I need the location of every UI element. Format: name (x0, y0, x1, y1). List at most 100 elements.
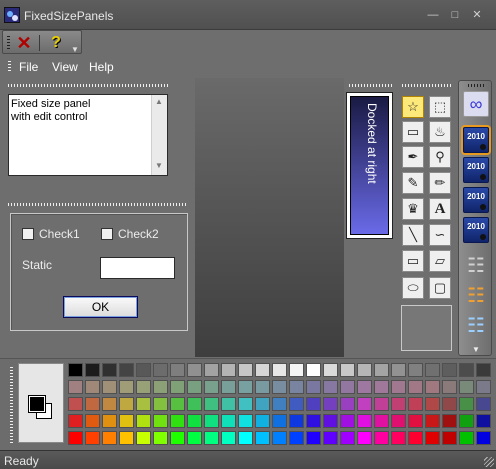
menu-help[interactable]: Help (89, 60, 114, 74)
color-swatch[interactable] (425, 414, 440, 428)
foreground-color[interactable] (28, 395, 46, 413)
color-swatch[interactable] (187, 380, 202, 394)
color-swatch[interactable] (408, 414, 423, 428)
color-swatch[interactable] (255, 414, 270, 428)
resize-grip[interactable] (484, 457, 494, 467)
color-swatch[interactable] (408, 380, 423, 394)
color-swatch[interactable] (357, 363, 372, 377)
color-swatch[interactable] (391, 380, 406, 394)
color-swatch[interactable] (442, 414, 457, 428)
color-swatch[interactable] (391, 414, 406, 428)
color-swatch[interactable] (340, 363, 355, 377)
check1-checkbox[interactable] (22, 228, 34, 240)
vs2010-icon[interactable]: 2010 (463, 157, 489, 183)
color-swatch[interactable] (442, 431, 457, 445)
color-swatch[interactable] (272, 414, 287, 428)
color-swatch[interactable] (238, 414, 253, 428)
color-swatch[interactable] (153, 431, 168, 445)
color-swatch[interactable] (68, 414, 83, 428)
color-swatch[interactable] (340, 414, 355, 428)
color-swatch[interactable] (170, 397, 185, 411)
line-icon[interactable]: ╲ (402, 224, 424, 246)
color-swatch[interactable] (153, 380, 168, 394)
maximize-icon[interactable]: □ (446, 8, 464, 22)
eyedropper-icon[interactable]: ✒ (402, 146, 424, 168)
color-swatch[interactable] (68, 397, 83, 411)
color-swatch[interactable] (221, 414, 236, 428)
color-swatch[interactable] (255, 397, 270, 411)
color-swatch[interactable] (119, 380, 134, 394)
color-swatch[interactable] (272, 431, 287, 445)
text-icon[interactable]: A (429, 198, 451, 220)
color-swatch[interactable] (255, 380, 270, 394)
color-swatch[interactable] (221, 363, 236, 377)
check2-checkbox[interactable] (101, 228, 113, 240)
color-swatch[interactable] (136, 414, 151, 428)
color-swatch[interactable] (323, 363, 338, 377)
color-swatch[interactable] (442, 363, 457, 377)
color-swatch[interactable] (289, 380, 304, 394)
color-swatch[interactable] (459, 380, 474, 394)
vertical-scrollbar[interactable]: ▲ ▼ (151, 95, 167, 175)
rectangle-icon[interactable]: ▭ (402, 250, 424, 272)
color-swatch[interactable] (221, 397, 236, 411)
color-swatch[interactable] (102, 414, 117, 428)
color-swatch[interactable] (102, 397, 117, 411)
color-swatch[interactable] (459, 414, 474, 428)
color-swatch[interactable] (374, 363, 389, 377)
color-swatch[interactable] (289, 397, 304, 411)
color-swatch[interactable] (68, 380, 83, 394)
color-swatch[interactable] (374, 431, 389, 445)
vs2010-icon[interactable]: 2010 (463, 217, 489, 243)
close-icon[interactable]: ✕ (468, 8, 486, 22)
color-swatch[interactable] (221, 380, 236, 394)
color-swatch[interactable] (323, 380, 338, 394)
color-swatch[interactable] (459, 363, 474, 377)
color-swatch[interactable] (153, 414, 168, 428)
menu-view[interactable]: View (52, 60, 78, 74)
color-swatch[interactable] (204, 397, 219, 411)
color-swatch[interactable] (85, 380, 100, 394)
color-swatch[interactable] (476, 414, 491, 428)
network-icon[interactable]: ☷ (463, 253, 489, 279)
color-swatch[interactable] (255, 363, 270, 377)
color-swatch[interactable] (187, 431, 202, 445)
chevron-down-icon[interactable]: ▼ (69, 45, 81, 54)
color-swatch[interactable] (136, 397, 151, 411)
color-swatch[interactable] (170, 363, 185, 377)
scroll-up-icon[interactable]: ▲ (152, 95, 166, 109)
color-swatch[interactable] (306, 363, 321, 377)
rounded-rect-icon[interactable]: ▢ (429, 277, 451, 299)
rect-select-icon[interactable]: ⬚ (429, 96, 451, 118)
color-swatch[interactable] (425, 380, 440, 394)
color-swatch[interactable] (357, 414, 372, 428)
panel-grip[interactable] (8, 203, 188, 206)
ellipse-icon[interactable]: ⬭ (402, 277, 424, 299)
color-swatch[interactable] (68, 431, 83, 445)
toolbar-grip[interactable] (468, 84, 484, 87)
infinity-icon[interactable]: ∞ (463, 91, 489, 117)
fill-icon[interactable]: ♨ (429, 121, 451, 143)
color-swatch[interactable] (238, 380, 253, 394)
color-swatch[interactable] (170, 380, 185, 394)
color-swatch[interactable] (459, 431, 474, 445)
scroll-down-icon[interactable]: ▼ (152, 159, 166, 173)
color-swatch[interactable] (442, 397, 457, 411)
color-swatch[interactable] (323, 414, 338, 428)
color-swatch[interactable] (357, 380, 372, 394)
color-swatch[interactable] (221, 431, 236, 445)
color-swatch[interactable] (204, 414, 219, 428)
vs2010-icon[interactable]: 2010 (463, 187, 489, 213)
help-icon[interactable]: ? (47, 34, 65, 52)
network-icon[interactable]: ☷ (463, 313, 489, 339)
color-swatch[interactable] (289, 414, 304, 428)
color-swatch[interactable] (391, 397, 406, 411)
check2-label[interactable]: Check2 (118, 227, 159, 241)
color-swatch[interactable] (391, 431, 406, 445)
color-swatch[interactable] (119, 414, 134, 428)
color-swatch[interactable] (119, 431, 134, 445)
color-swatch[interactable] (136, 380, 151, 394)
polygon-icon[interactable]: ▱ (429, 250, 451, 272)
color-swatch[interactable] (136, 363, 151, 377)
color-swatch[interactable] (102, 380, 117, 394)
